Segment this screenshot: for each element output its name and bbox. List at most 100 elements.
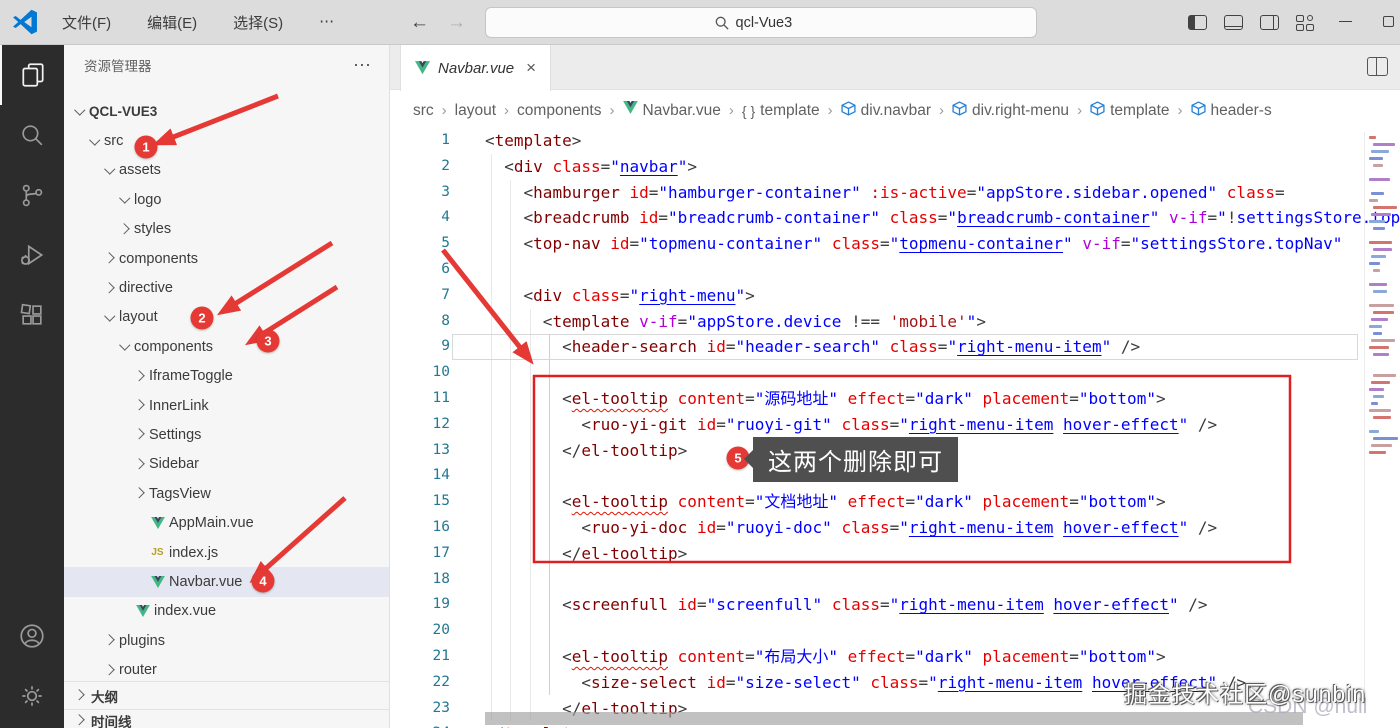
customize-layout-icon[interactable]: [1296, 14, 1314, 31]
breadcrumb-item-header-s[interactable]: header-s: [1190, 100, 1272, 121]
tree-item-styles[interactable]: styles: [64, 215, 389, 244]
tab-close-icon[interactable]: ×: [526, 58, 536, 78]
tree-item-components[interactable]: components: [64, 332, 389, 361]
tree-item-qcl-vue3[interactable]: QCL-VUE3: [64, 97, 389, 126]
tree-item-src[interactable]: src: [64, 126, 389, 155]
breadcrumb-item-div-right-menu[interactable]: div.right-menu: [952, 100, 1069, 121]
tab-label: Navbar.vue: [438, 59, 515, 77]
annotation-badge-1: 1: [134, 135, 158, 159]
tree-item-sidebar[interactable]: Sidebar: [64, 450, 389, 479]
minimap[interactable]: [1364, 132, 1400, 692]
tree-item-assets[interactable]: assets: [64, 156, 389, 185]
tree-item-label: Navbar.vue: [169, 573, 243, 590]
breadcrumb-item-components[interactable]: components: [517, 102, 601, 120]
tree-item-tagsview[interactable]: TagsView: [64, 479, 389, 508]
tree-item-appmain-vue[interactable]: AppMain.vue: [64, 508, 389, 537]
tree-item-plugins[interactable]: plugins: [64, 626, 389, 655]
tree-item-iframetoggle[interactable]: IframeToggle: [64, 362, 389, 391]
tab-navbar-vue[interactable]: Navbar.vue ×: [400, 45, 552, 91]
timeline-section[interactable]: 时间线: [64, 709, 389, 728]
code-line-19[interactable]: 19 <screenfull id="screenfull" class="ri…: [390, 592, 1400, 618]
chevron-down-icon: [72, 103, 89, 120]
minimize-button[interactable]: [1339, 21, 1352, 22]
code-line-10[interactable]: 10: [390, 360, 1400, 386]
code-line-11[interactable]: 11 <el-tooltip content="源码地址" effect="da…: [390, 386, 1400, 412]
explorer-more-icon[interactable]: ⋯: [353, 55, 373, 76]
tree-item-logo[interactable]: logo: [64, 185, 389, 214]
tree-item-label: InnerLink: [149, 397, 209, 414]
activity-extensions-icon[interactable]: [0, 285, 64, 345]
annotation-badge-2: 2: [190, 306, 214, 330]
activity-source-control-icon[interactable]: [0, 165, 64, 225]
minimap-line: [1369, 283, 1387, 286]
minimap-line: [1369, 388, 1384, 391]
explorer-title: 资源管理器: [84, 59, 152, 74]
breadcrumb-item-template[interactable]: { } template: [742, 102, 820, 120]
code-line-9[interactable]: 9 <header-search id="header-search" clas…: [390, 334, 1400, 360]
code-line-8[interactable]: 8 <template v-if="appStore.device !== 'm…: [390, 309, 1400, 335]
code-line-12[interactable]: 12 <ruo-yi-git id="ruoyi-git" class="rig…: [390, 412, 1400, 438]
minimap-line: [1369, 451, 1386, 454]
code-text: <el-tooltip content="文档地址" effect="dark"…: [485, 492, 1166, 512]
minimap-line: [1369, 430, 1379, 433]
code-line-7[interactable]: 7 <div class="right-menu">: [390, 283, 1400, 309]
code-line-21[interactable]: 21 <el-tooltip content="布局大小" effect="da…: [390, 644, 1400, 670]
code-line-15[interactable]: 15 <el-tooltip content="文档地址" effect="da…: [390, 489, 1400, 515]
file-tree: QCL-VUE3 src assets logo styles components dir…: [64, 97, 389, 685]
tree-item-layout[interactable]: layout: [64, 303, 389, 332]
code-line-2[interactable]: 2 <div class="navbar">: [390, 154, 1400, 180]
account-icon[interactable]: [0, 606, 64, 666]
search-icon: [715, 16, 729, 30]
code-line-4[interactable]: 4 <breadcrumb id="breadcrumb-container" …: [390, 205, 1400, 231]
menu-item-0[interactable]: 文件(F): [62, 12, 111, 33]
code-line-18[interactable]: 18: [390, 567, 1400, 593]
horizontal-scrollbar[interactable]: [485, 712, 1303, 725]
code-line-5[interactable]: 5 <top-nav id="topmenu-container" class=…: [390, 231, 1400, 257]
toggle-panel-icon[interactable]: [1224, 15, 1243, 30]
settings-gear-icon[interactable]: [0, 666, 64, 726]
activity-explorer-icon[interactable]: [0, 45, 64, 105]
tree-item-navbar-vue[interactable]: Navbar.vue: [64, 567, 389, 597]
breadcrumb-item-layout[interactable]: layout: [455, 102, 496, 120]
breadcrumb-item-src[interactable]: src: [413, 102, 434, 120]
activity-search-icon[interactable]: [0, 105, 64, 165]
minimap-line: [1371, 192, 1384, 195]
js-file-icon: JS: [151, 547, 164, 559]
code-line-6[interactable]: 6: [390, 257, 1400, 283]
tree-item-directive[interactable]: directive: [64, 273, 389, 302]
braces-icon: { }: [741, 102, 756, 119]
menu-item-2[interactable]: 选择(S): [233, 12, 283, 33]
breadcrumb-separator: ›: [609, 102, 615, 119]
tree-item-components[interactable]: components: [64, 244, 389, 273]
code-line-1[interactable]: 1 <template>: [390, 128, 1400, 154]
explorer-sidebar: 资源管理器 ⋯ QCL-VUE3 src assets logo styles compo…: [64, 45, 390, 728]
code-line-17[interactable]: 17 </el-tooltip>: [390, 541, 1400, 567]
outline-section[interactable]: 大纲: [64, 681, 389, 709]
minimap-line: [1371, 339, 1395, 342]
menu-item-3[interactable]: ⋯: [319, 12, 334, 33]
menu-item-1[interactable]: 编辑(E): [147, 12, 197, 33]
breadcrumb-item-navbar-vue[interactable]: Navbar.vue: [622, 101, 721, 120]
breadcrumb: src › layout › components › Navbar.vue ›{ } temp…: [390, 91, 1400, 130]
command-search-box[interactable]: [485, 7, 1037, 38]
tree-item-innerlink[interactable]: InnerLink: [64, 391, 389, 420]
activity-run-debug-icon[interactable]: [0, 225, 64, 285]
code-line-3[interactable]: 3 <hamburger id="hamburger-container" :i…: [390, 180, 1400, 206]
breadcrumb-item-div-navbar[interactable]: div.navbar: [841, 100, 931, 121]
breadcrumb-item-template[interactable]: template: [1090, 100, 1170, 121]
line-number: 22: [432, 673, 450, 690]
tree-item-settings[interactable]: Settings: [64, 420, 389, 449]
toggle-secondary-sidebar-icon[interactable]: [1260, 15, 1279, 30]
split-editor-icon[interactable]: [1367, 57, 1388, 76]
restore-button[interactable]: [1383, 16, 1394, 27]
search-input[interactable]: [735, 14, 808, 31]
tree-item-index-js[interactable]: JS index.js: [64, 538, 389, 567]
chevron-down-icon: [102, 162, 119, 179]
symbol-cube-icon: [841, 100, 856, 121]
nav-back-icon[interactable]: ←: [410, 12, 429, 34]
code-line-16[interactable]: 16 <ruo-yi-doc id="ruoyi-doc" class="rig…: [390, 515, 1400, 541]
code-line-20[interactable]: 20: [390, 618, 1400, 644]
line-number: 14: [432, 467, 450, 484]
toggle-sidebar-icon[interactable]: [1188, 15, 1207, 30]
tree-item-index-vue[interactable]: index.vue: [64, 597, 389, 626]
